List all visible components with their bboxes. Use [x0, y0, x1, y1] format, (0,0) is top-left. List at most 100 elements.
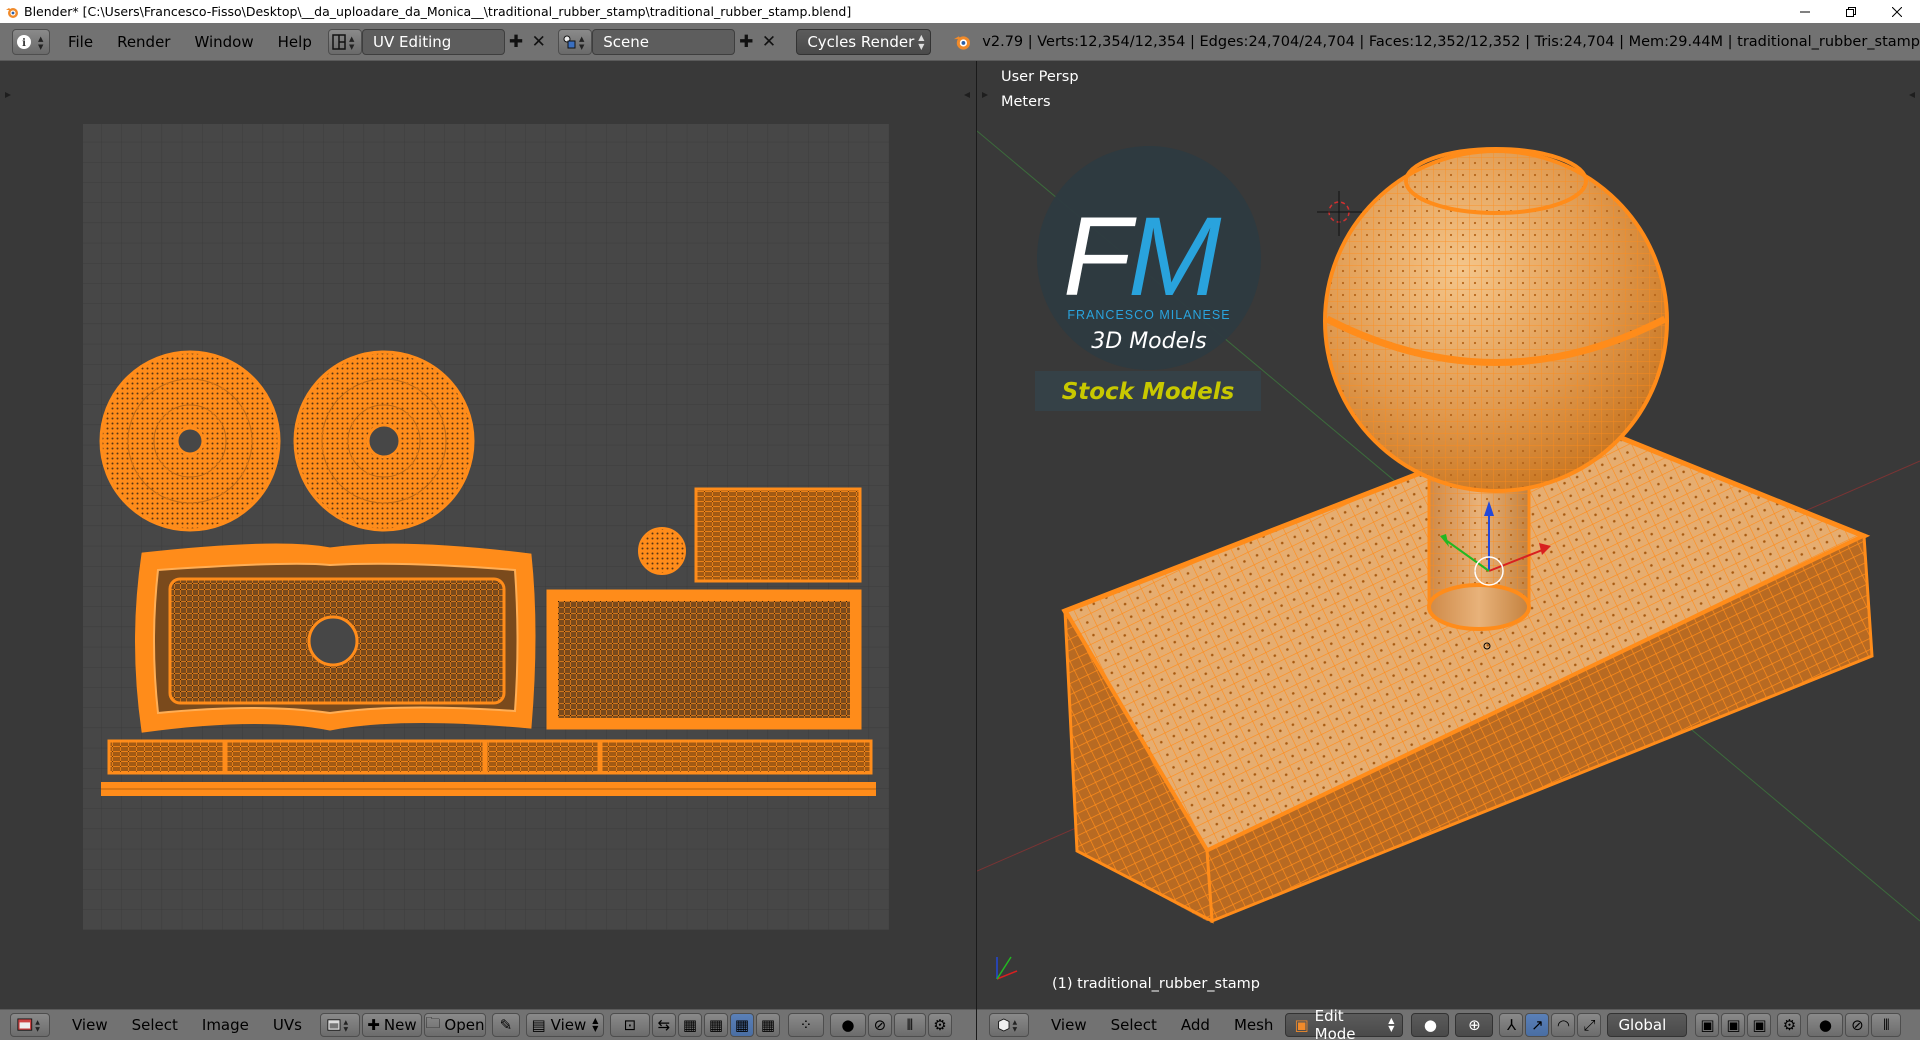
svg-text:▼: ▼ — [343, 1026, 348, 1033]
scene-field[interactable]: Scene — [592, 28, 735, 55]
image-icon: ▲ ▼ — [327, 1019, 348, 1033]
edge-mode-icon: ▦ — [708, 1016, 724, 1034]
mode-dropdown[interactable]: ▣ Edit Mode ▲ ▼ — [1285, 1007, 1404, 1040]
scale-manipulator[interactable]: ⤢ — [1577, 1013, 1602, 1037]
edge-select-mode[interactable]: ▦ — [703, 1013, 728, 1037]
proportional-edit-dropdown[interactable]: ● — [829, 1013, 866, 1037]
view-axis-widget — [996, 956, 1018, 980]
layer-button-3[interactable]: ▣ — [1747, 1013, 1772, 1037]
blender-window: Blender* [C:\Users\Francesco-Fisso\Deskt… — [0, 0, 1920, 1040]
fm-logo-graphic: F M FRANCESCO MILANESE 3D Models Stock M… — [1035, 146, 1261, 411]
vp-menu-select[interactable]: Select — [1099, 1016, 1169, 1034]
pin-image-button[interactable]: ✎ — [491, 1013, 520, 1037]
vp-snap-element-dropdown[interactable]: ⫴ — [1871, 1013, 1902, 1037]
rotate-icon: ◠ — [1556, 1016, 1570, 1034]
minimize-button[interactable] — [1782, 0, 1828, 23]
dropdown-arrows-icon: ▲ ▼ — [1388, 1016, 1395, 1033]
3d-viewport[interactable]: User Persp Meters (1) traditional_rubber… — [977, 61, 1920, 1009]
menu-window[interactable]: Window — [182, 33, 265, 51]
uv-canvas[interactable] — [0, 61, 976, 1009]
logo-initial-m: M — [1128, 194, 1222, 319]
svg-text:▼: ▼ — [35, 1026, 40, 1033]
vertex-mode-icon: ▦ — [682, 1016, 698, 1034]
uv-island-small-circle[interactable] — [638, 527, 686, 575]
snap-element-icon: ⫴ — [1883, 1016, 1890, 1034]
delete-scene-button[interactable]: ✕ — [758, 29, 781, 55]
svg-text:▼: ▼ — [38, 43, 44, 51]
uv-editor-type-button[interactable]: ▲ ▼ — [10, 1013, 50, 1037]
uv-island-strip-1[interactable] — [107, 739, 873, 775]
layer-button-2[interactable]: ▣ — [1721, 1013, 1746, 1037]
delete-screen-button[interactable]: ✕ — [527, 29, 550, 55]
vp-menu-view[interactable]: View — [1039, 1016, 1099, 1034]
editor-type-button[interactable]: i ▲ ▼ — [12, 28, 50, 55]
uv-island-circle-1[interactable] — [99, 350, 281, 532]
svg-text:▼: ▼ — [1012, 1026, 1017, 1033]
vp-menu-add[interactable]: Add — [1169, 1016, 1222, 1034]
uv-menu-image[interactable]: Image — [190, 1016, 261, 1034]
menu-render[interactable]: Render — [105, 33, 182, 51]
snap-toggle[interactable]: ⊘ — [867, 1013, 892, 1037]
uv-island-circle-2[interactable] — [293, 350, 475, 532]
restore-button[interactable] — [1828, 0, 1874, 23]
stamp-knob-mesh[interactable] — [1323, 147, 1669, 493]
screen-layout-field[interactable]: UV Editing — [362, 28, 505, 55]
viewport-shading-dropdown[interactable]: ● — [1411, 1013, 1450, 1037]
add-screen-button[interactable]: ✚ — [505, 29, 528, 55]
uv-menu-select[interactable]: Select — [120, 1016, 190, 1034]
layer-button-1[interactable]: ▣ — [1695, 1013, 1720, 1037]
sync-selection-toggle[interactable]: ⇆ — [651, 1013, 676, 1037]
add-scene-button[interactable]: ✚ — [735, 29, 758, 55]
image-view-dropdown[interactable]: ▤ View ▲ ▼ — [525, 1013, 604, 1037]
close-window-button[interactable] — [1874, 0, 1920, 23]
viewport-editor-type-button[interactable]: ▲ ▼ — [989, 1013, 1029, 1037]
new-image-button[interactable]: ✚ New — [361, 1013, 422, 1037]
image-browse-button[interactable]: ▲ ▼ — [319, 1013, 360, 1037]
render-engine-dropdown[interactable]: Cycles Render ▲ ▼ — [796, 28, 932, 55]
open-image-button[interactable]: 🗀 Open — [423, 1013, 486, 1037]
panel-corner-icon[interactable] — [964, 92, 970, 98]
vp-snap-toggle[interactable]: ⊘ — [1845, 1013, 1870, 1037]
svg-text:▼: ▼ — [349, 43, 355, 51]
uv-island-small-rect[interactable] — [694, 487, 862, 583]
panel-corner-icon[interactable] — [5, 92, 11, 98]
open-image-label: Open — [444, 1016, 485, 1034]
island-select-mode[interactable]: ▦ — [755, 1013, 780, 1037]
pivot-point-dropdown[interactable]: ⊕ — [1455, 1013, 1494, 1037]
panel-corner-icon[interactable] — [1909, 92, 1915, 98]
mode-label: Edit Mode — [1314, 1007, 1356, 1040]
magnet-icon: ⊘ — [873, 1016, 887, 1034]
scene-icon: ▲ ▼ — [563, 35, 585, 51]
blender-logo-icon — [6, 7, 18, 18]
plus-icon: ✚ — [508, 31, 524, 52]
pivot-dropdown[interactable]: ⊡ — [609, 1013, 650, 1037]
face-select-mode[interactable]: ▦ — [729, 1013, 754, 1037]
uv-island-strip-2[interactable] — [101, 782, 876, 796]
panel-corner-icon[interactable] — [982, 92, 988, 98]
sticky-icon: ⁘ — [799, 1016, 813, 1034]
info-header: i ▲ ▼ File Render Window Help ▲ ▼ UV Edi… — [0, 23, 1920, 61]
svg-text:▲: ▲ — [349, 35, 355, 43]
transform-orientation-dropdown[interactable]: Global — [1607, 1013, 1688, 1037]
menu-help[interactable]: Help — [266, 33, 324, 51]
scene-browse-button[interactable]: ▲ ▼ — [558, 28, 593, 55]
uv-menu-view[interactable]: View — [60, 1016, 120, 1034]
limit-selection-toggle[interactable]: ⚙ — [1777, 1013, 1802, 1037]
sticky-selection-dropdown[interactable]: ⁘ — [787, 1013, 824, 1037]
uv-extra-button[interactable]: ⚙ — [927, 1013, 952, 1037]
snap-element-dropdown[interactable]: ⫴ — [893, 1013, 926, 1037]
vp-menu-mesh[interactable]: Mesh — [1222, 1016, 1286, 1034]
uv-image-editor[interactable] — [0, 61, 976, 1009]
face-select-icon: ▣ — [1752, 1016, 1767, 1034]
menu-file[interactable]: File — [56, 33, 105, 51]
manipulator-toggle[interactable]: ⅄ — [1499, 1013, 1524, 1037]
screen-layout-browse-button[interactable]: ▲ ▼ — [327, 28, 363, 55]
uv-editor-header: ▲ ▼ View Select Image UVs ▲ ▼ ✚ New 🗀 Op… — [0, 1009, 976, 1040]
translate-manipulator[interactable]: ↗ — [1525, 1013, 1550, 1037]
uv-island-large-top[interactable] — [135, 543, 536, 733]
vp-proportional-edit-dropdown[interactable]: ● — [1807, 1013, 1844, 1037]
uv-menu-uvs[interactable]: UVs — [261, 1016, 314, 1034]
uv-island-large-rect[interactable] — [546, 589, 862, 730]
rotate-manipulator[interactable]: ◠ — [1551, 1013, 1576, 1037]
vertex-select-mode[interactable]: ▦ — [677, 1013, 702, 1037]
